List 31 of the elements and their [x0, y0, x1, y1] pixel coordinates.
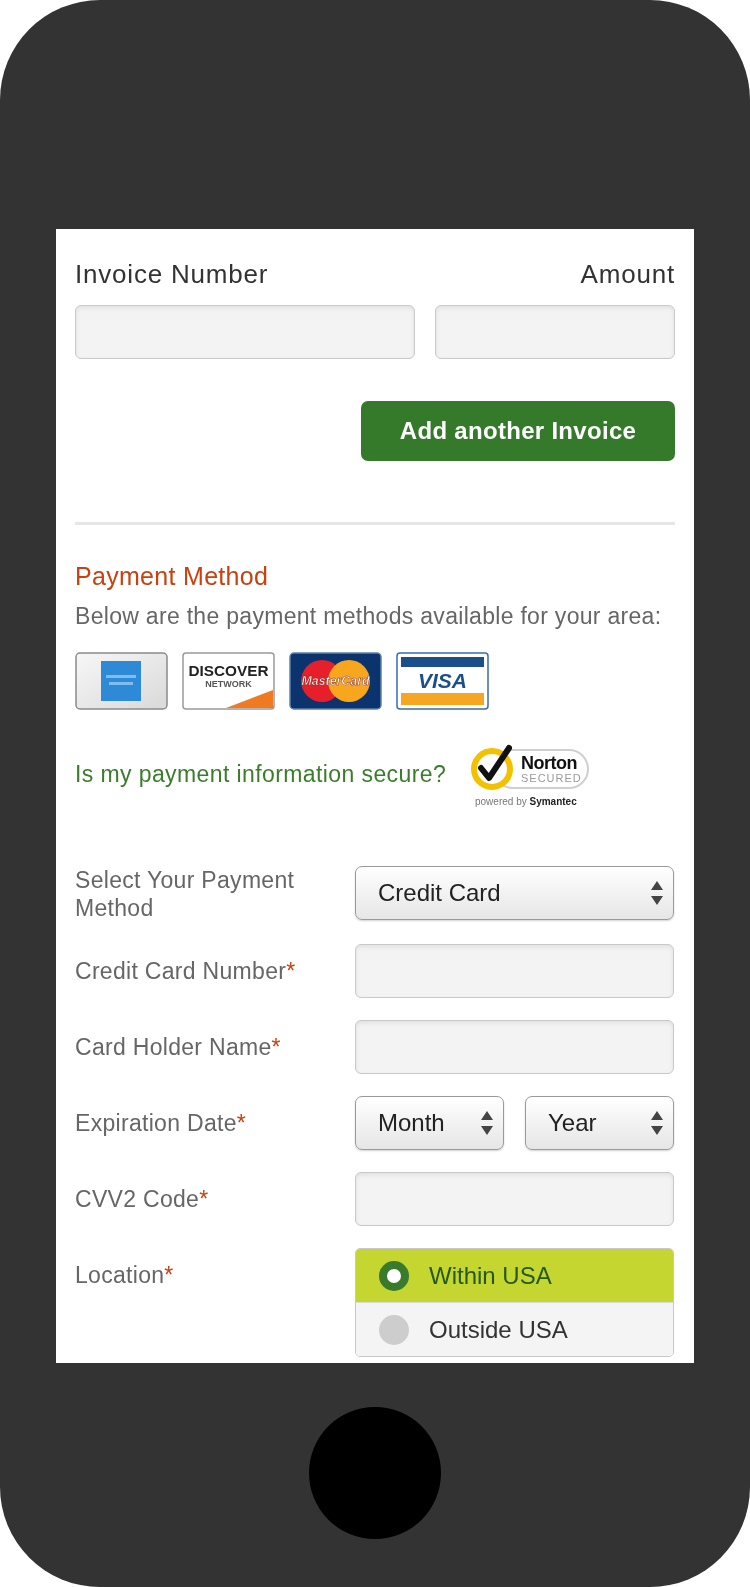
radio-icon — [379, 1314, 409, 1345]
up-down-arrows-icon — [651, 881, 663, 905]
discover-logo: DISCOVER NETWORK — [182, 652, 275, 710]
checkmark-icon — [469, 744, 515, 790]
input-field[interactable] — [355, 944, 674, 998]
field-label: Amount — [580, 259, 675, 289]
radio-option[interactable]: Outside USA — [356, 1302, 673, 1356]
field-label: Location* — [75, 1261, 174, 1289]
add-invoice-button[interactable]: Add another Invoice — [361, 401, 675, 461]
input-field[interactable] — [75, 305, 415, 359]
visa-logo: VISA — [396, 652, 489, 710]
field-label: Expiration Date* — [75, 1109, 246, 1137]
powered-by-text: powered by Symantec — [475, 796, 577, 808]
field-label: Select Your Payment Method — [75, 866, 296, 922]
security-link[interactable]: Is my payment information secure? — [75, 760, 447, 788]
section-heading: Payment Method — [75, 561, 269, 591]
radio-icon — [379, 1260, 409, 1291]
field-label: Invoice Number — [75, 259, 269, 289]
up-down-arrows-icon — [651, 1111, 663, 1135]
field-label: CVV2 Code* — [75, 1185, 209, 1213]
field-label: Credit Card Number* — [75, 957, 296, 985]
radio-option[interactable]: Within USA — [356, 1249, 673, 1302]
input-field[interactable] — [355, 1172, 674, 1226]
input-field[interactable] — [355, 1020, 674, 1074]
select-dropdown[interactable]: Month — [355, 1096, 504, 1150]
select-dropdown[interactable]: Year — [525, 1096, 674, 1150]
field-label: Card Holder Name* — [75, 1033, 281, 1061]
description-text: Below are the payment methods available for your area: — [75, 603, 662, 630]
input-field[interactable] — [435, 305, 675, 359]
up-down-arrows-icon — [481, 1111, 493, 1135]
select-dropdown[interactable]: Credit Card — [355, 866, 674, 920]
